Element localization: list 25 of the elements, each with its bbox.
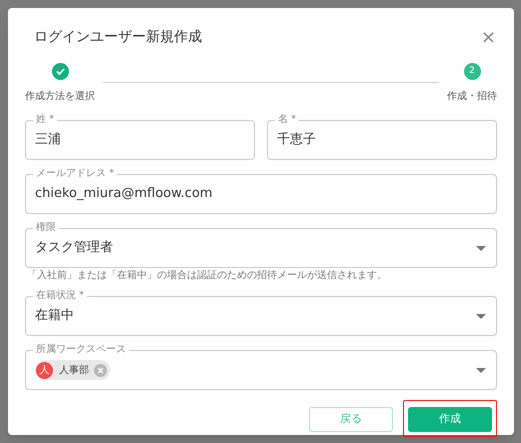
field-label: 姓 * — [33, 114, 58, 126]
step-label: 作成方法を選択 — [25, 90, 95, 104]
field-label: メールアドレス * — [33, 168, 118, 180]
workspace-chip[interactable]: 人 人事部 — [35, 360, 110, 380]
field-value: タスク管理者 — [35, 239, 113, 258]
field-value: 千恵子 — [277, 131, 316, 150]
dropdown-caret-icon — [476, 314, 486, 318]
field-label: 在籍状況 * — [33, 290, 88, 302]
dropdown-caret-icon — [476, 246, 486, 250]
chip-label: 人事部 — [59, 364, 89, 378]
dialog-title: ログインユーザー新規作成 — [34, 28, 202, 47]
field-value: 在籍中 — [35, 307, 74, 326]
close-button[interactable]: × — [480, 28, 496, 46]
field-label: 権限 — [33, 222, 59, 234]
dropdown-caret-icon — [476, 368, 486, 372]
helper-text: 「入社前」または「在籍中」の場合は認証のための招待メールが送信されます。 — [26, 270, 388, 282]
step-label: 作成・招待 — [447, 90, 497, 104]
check-icon — [56, 68, 64, 75]
chip-avatar: 人 — [36, 362, 53, 378]
field-value: chieko_miura@mfloow.com — [35, 185, 212, 204]
field-label: 名 * — [275, 114, 300, 126]
field-label: 所属ワークスペース — [33, 344, 129, 356]
chip-remove-icon[interactable] — [94, 364, 107, 376]
field-value: 三浦 — [35, 131, 61, 150]
step-number: 2 — [469, 64, 475, 78]
